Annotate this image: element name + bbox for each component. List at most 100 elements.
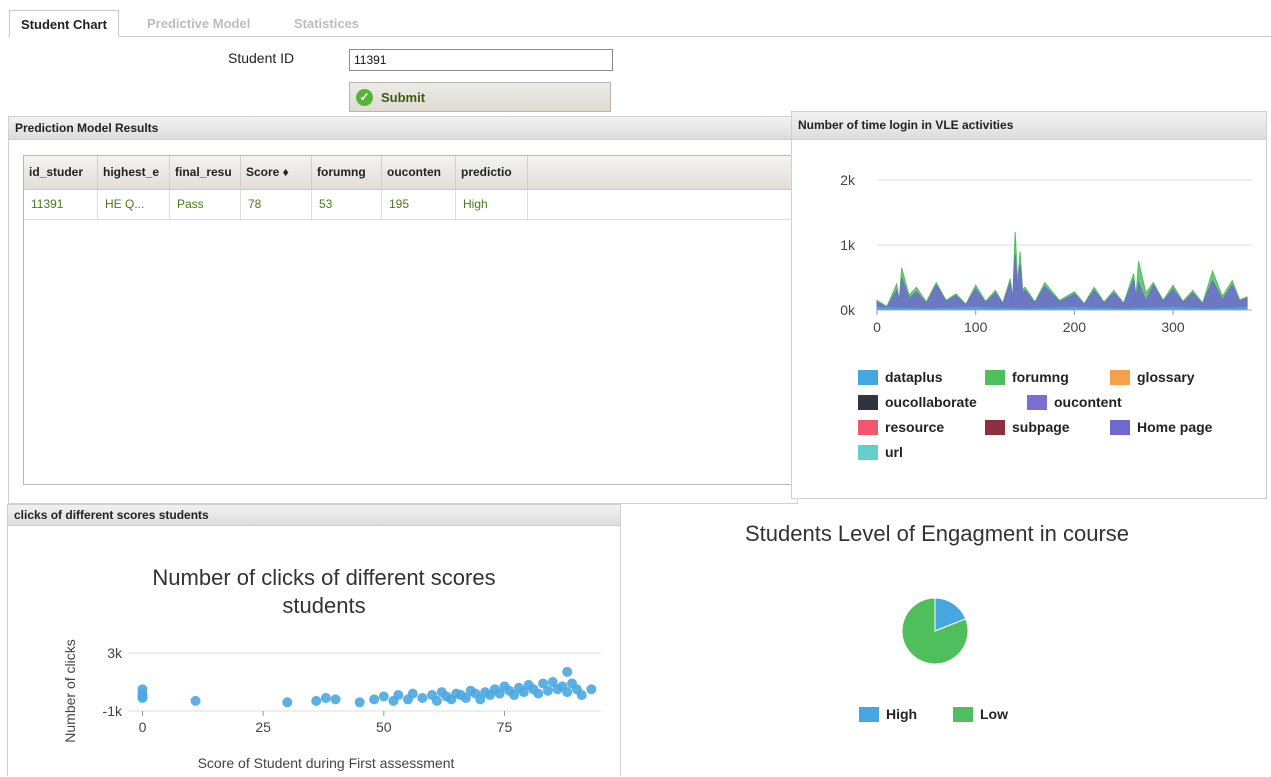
scatter-point [393,690,404,701]
scatter-point [330,694,341,705]
legend-label: oucollaborate [885,394,977,410]
legend-label: High [886,706,918,722]
column-header-highest-education[interactable]: highest_e [98,156,170,189]
legend-swatch [953,706,973,722]
legend-label: resource [885,419,945,435]
vle-login-panel: Number of time login in VLE activities 2… [791,111,1267,499]
legend-item-resource[interactable]: resource [858,419,944,435]
legend-label: oucontent [1054,394,1122,410]
scatter-point [586,684,597,695]
legend-label: Low [980,706,1008,722]
engagement-title: Students Level of Engagment in course [744,521,1130,546]
x-tick-label: 0 [139,719,147,735]
legend-item-home-page[interactable]: Home page [1110,419,1212,435]
scatter-point [576,690,587,701]
legend-item-low[interactable]: Low [953,706,1008,722]
tab-predictive-model[interactable]: Predictive Model [136,10,261,37]
y-tick-label: 2k [840,172,856,188]
student-id-input[interactable] [349,49,613,71]
prediction-results-panel: Prediction Model Results id_studer highe… [8,116,798,504]
submit-button[interactable]: ✓ Submit [349,82,611,112]
check-icon: ✓ [356,88,373,106]
cell-final-result: Pass [170,190,241,219]
legend-swatch [858,394,878,410]
scatter-point [354,697,365,708]
legend-swatch [858,444,878,460]
scatter-point [562,687,573,698]
legend-swatch [1110,369,1130,385]
column-header-oucontent[interactable]: ouconten [382,156,456,189]
tab-statistices[interactable]: Statistices [283,10,370,37]
scatter-point [562,666,573,677]
legend-item-dataplus[interactable]: dataplus [858,369,943,385]
scatter-point [282,697,293,708]
panel-title: clicks of different scores students [8,505,620,526]
vle-login-chart: 2k 1k 0k 0 100 200 300 [840,172,1252,335]
table-row[interactable]: 11391 HE Q... Pass 78 53 195 High [24,190,792,220]
tab-student-chart[interactable]: Student Chart [9,10,119,37]
legend-swatch [985,419,1005,435]
cell-score: 78 [241,190,312,219]
cell-forumng: 53 [312,190,382,219]
y-tick-label: 1k [840,237,856,253]
y-tick-label: -1k [103,703,123,719]
scatter-point [311,695,322,706]
x-tick-label: 50 [376,719,392,735]
clicks-panel: clicks of different scores students Numb… [7,504,621,776]
results-grid: id_studer highest_e final_resu Score ♦ f… [23,155,793,485]
legend-label: dataplus [885,369,943,385]
cell-oucontent: 195 [382,190,456,219]
legend-item-url[interactable]: url [858,444,903,460]
scatter-point [320,692,331,703]
y-tick-label: 0k [840,302,856,318]
column-header-prediction[interactable]: predictio [456,156,528,189]
panel-title: Number of time login in VLE activities [792,112,1266,140]
chart-title: Number of clicks of different scores [152,565,495,590]
y-axis-label: Number of clicks [62,639,78,742]
x-axis-label: Score of Student during First assessment [198,755,455,771]
x-tick-label: 300 [1161,319,1185,335]
axis [876,309,1252,315]
legend-item-oucollaborate[interactable]: oucollaborate [858,394,977,410]
scatter-points [137,666,597,708]
column-header-score[interactable]: Score ♦ [241,156,312,189]
legend-label: url [885,444,903,460]
column-header-final-result[interactable]: final_resu [170,156,241,189]
column-header-id-student[interactable]: id_studer [24,156,98,189]
legend-item-high[interactable]: High [859,706,917,722]
engagement-pie-chart [901,597,969,665]
legend-item-oucontent[interactable]: oucontent [1027,394,1122,410]
scatter-point [378,691,389,702]
x-tick-label: 100 [964,319,988,335]
scatter-point [417,692,428,703]
column-header-forumng[interactable]: forumng [312,156,382,189]
pie-slices [901,597,969,665]
scatter-point [137,691,148,702]
legend-swatch [858,419,878,435]
grid-header: id_studer highest_e final_resu Score ♦ f… [24,156,792,190]
legend-label: glossary [1137,369,1195,385]
chart-title-line2: students [282,593,365,618]
scatter-point [407,688,418,699]
cell-highest-education: HE Q... [98,190,170,219]
legend-swatch [859,706,879,722]
legend-swatch [1027,394,1047,410]
legend-item-subpage[interactable]: subpage [985,419,1070,435]
series-areas [876,231,1248,311]
legend-label: Home page [1137,419,1213,435]
legend-label: forumng [1012,369,1069,385]
legend-swatch [985,369,1005,385]
legend-item-glossary[interactable]: glossary [1110,369,1195,385]
scatter-point [542,685,553,696]
x-tick-label: 25 [255,719,271,735]
student-id-label: Student ID [228,50,295,66]
legend-item-forumng[interactable]: forumng [985,369,1069,385]
scatter-point [190,695,201,706]
legend-swatch [858,369,878,385]
submit-label: Submit [381,89,426,105]
scatter-point [533,688,544,699]
scatter-point [431,695,442,706]
x-tick-label: 75 [497,719,513,735]
legend-swatch [1110,419,1130,435]
x-tick-label: 200 [1063,319,1087,335]
